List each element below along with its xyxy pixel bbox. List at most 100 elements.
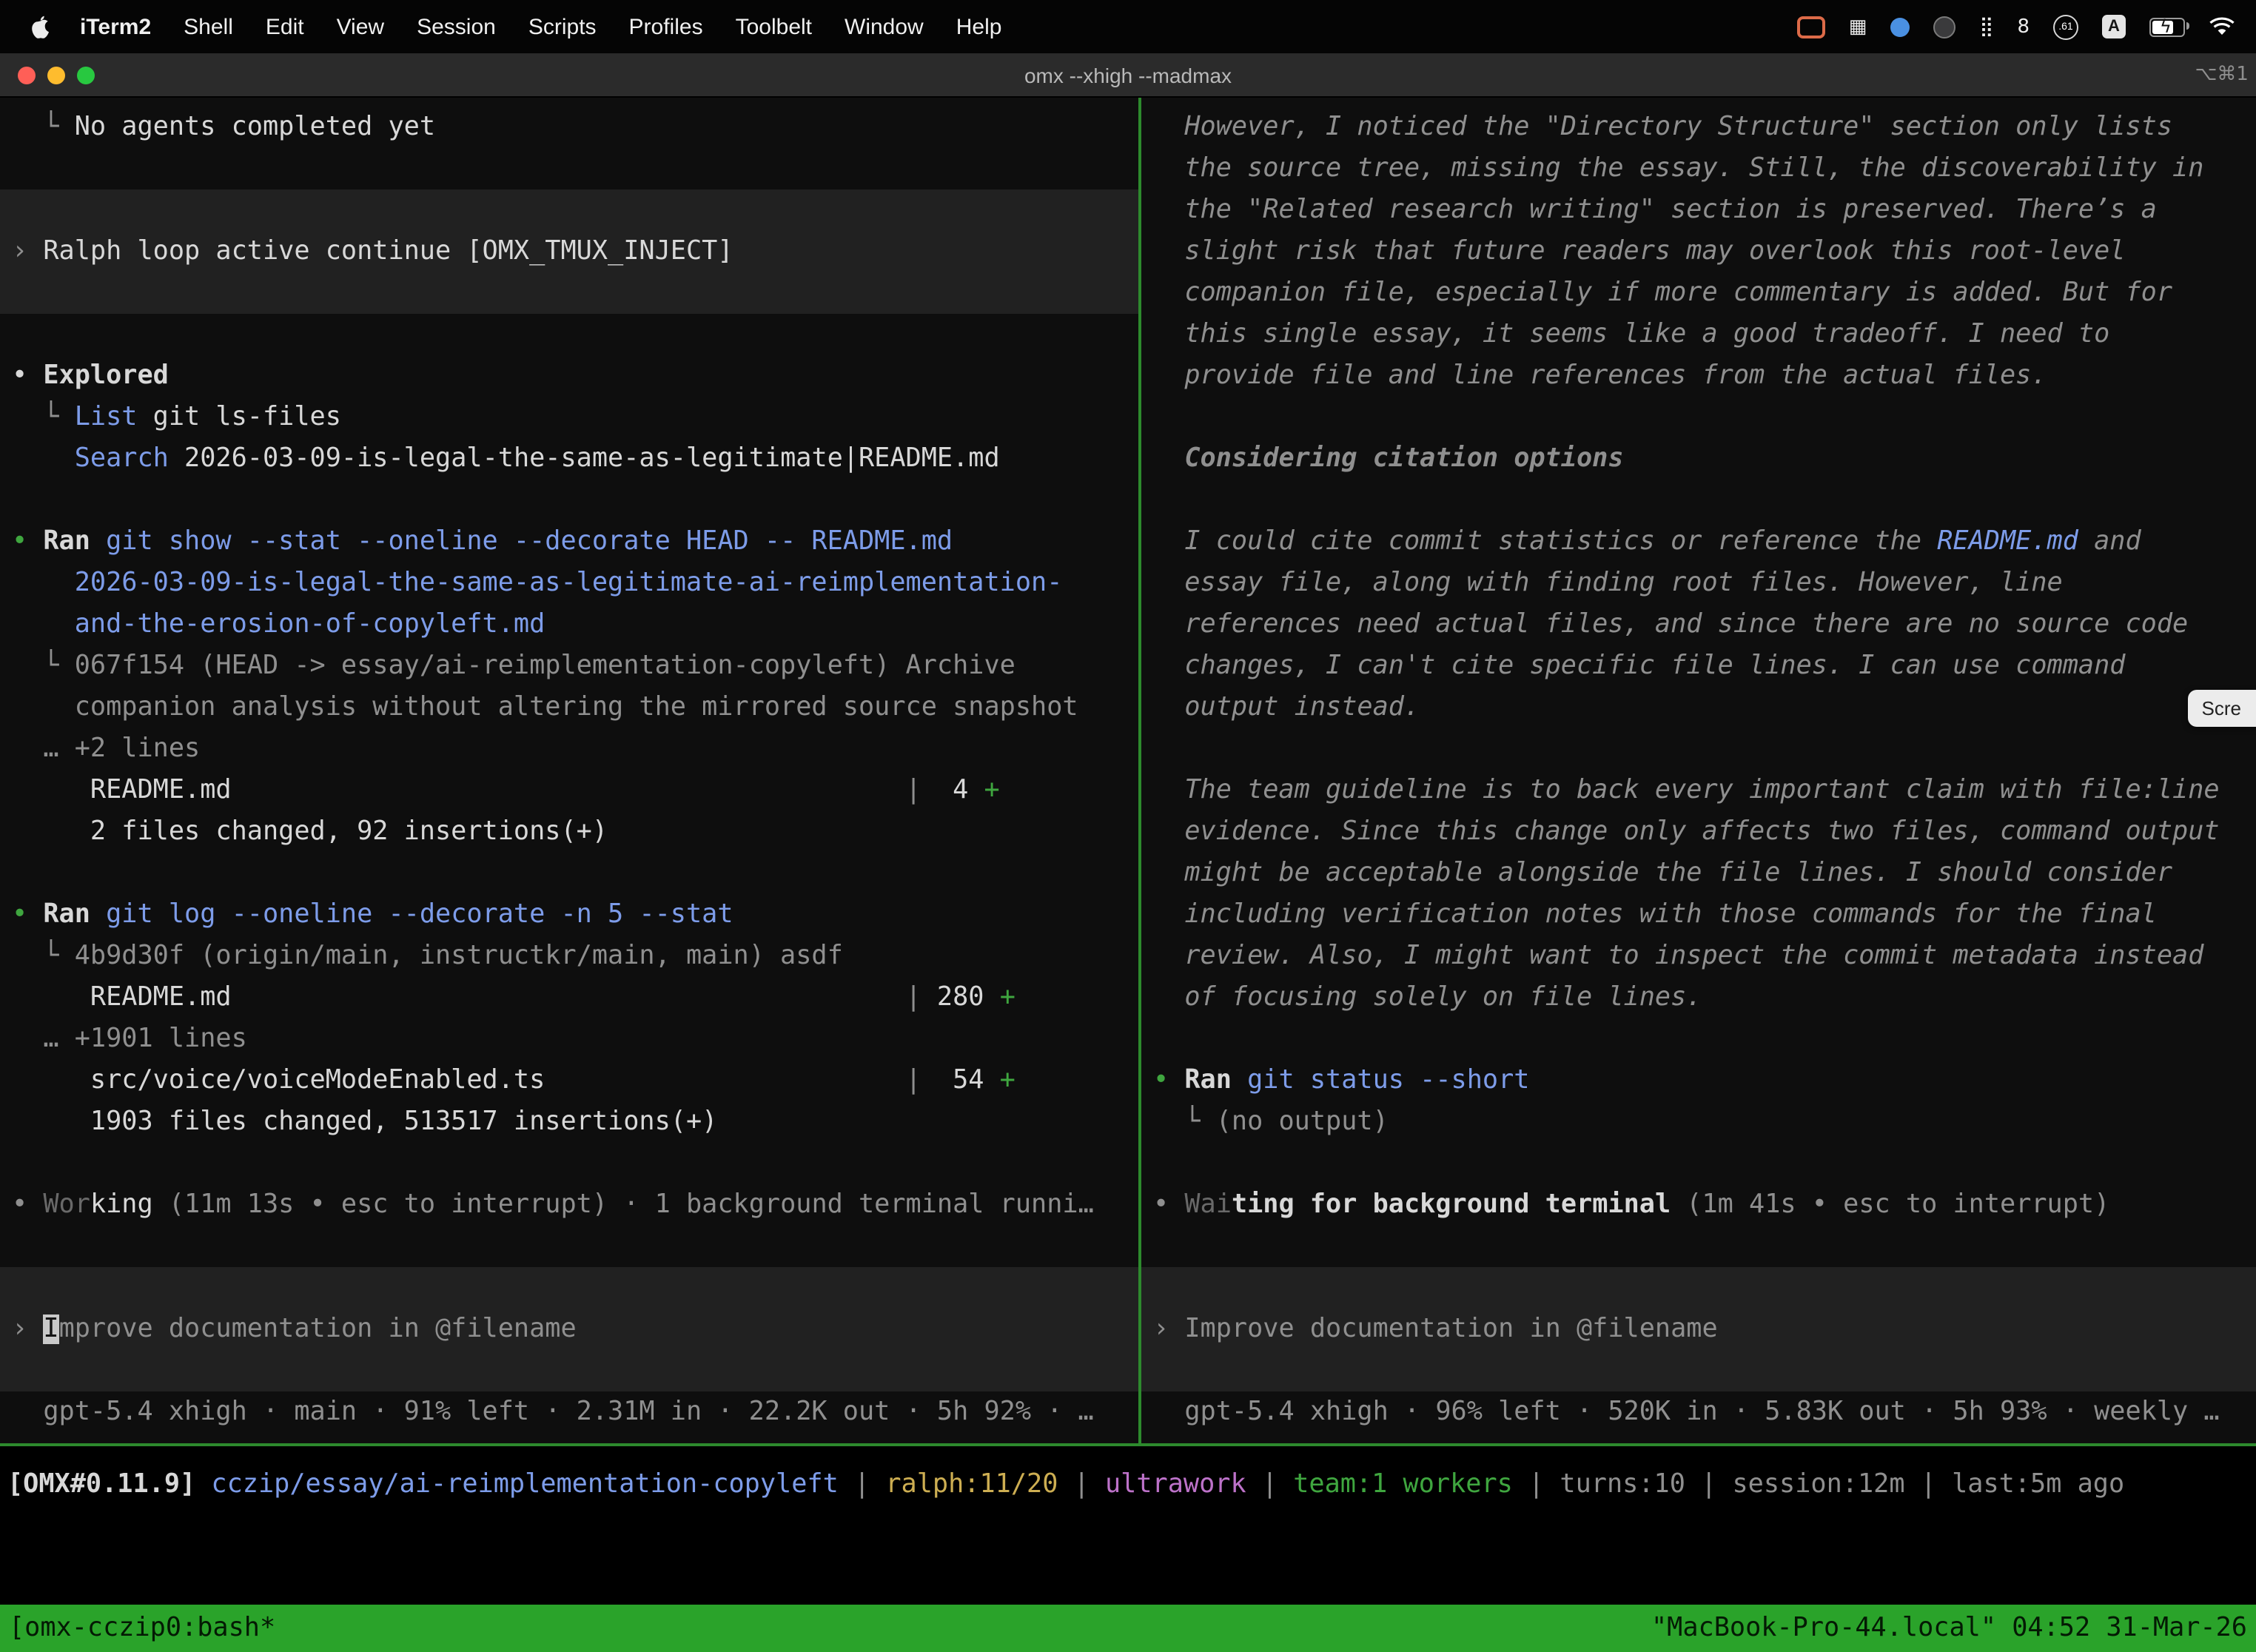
terminal-row: including verification notes with those … (1141, 894, 2256, 936)
terminal-row (1141, 397, 2256, 438)
terminal-row: • Ran git log --oneline --decorate -n 5 … (0, 894, 1138, 936)
menu-item-profiles[interactable]: Profiles (613, 14, 719, 39)
menu-item-window[interactable]: Window (828, 14, 940, 39)
screen: iTerm2 ShellEditViewSessionScriptsProfil… (0, 0, 2256, 1652)
terminal-row (1141, 480, 2256, 521)
screen-share-button[interactable]: Scre (2189, 690, 2256, 727)
terminal-row: the "Related research writing" section i… (1141, 189, 2256, 231)
terminal-left-pane[interactable]: └ No agents completed yet › Ralph loop ac… (0, 98, 1138, 1443)
blue-app-icon[interactable] (1890, 17, 1910, 36)
battery-icon[interactable]: ϟ (2149, 17, 2185, 36)
terminal-row: • Waiting for background terminal (1m 41… (1141, 1184, 2256, 1226)
dots-grid-icon[interactable]: ⣿ (1979, 17, 1993, 36)
terminal-row: └ 067f154 (HEAD -> essay/ai-reimplementa… (0, 645, 1138, 687)
menu-item-session[interactable]: Session (400, 14, 512, 39)
terminal-row (0, 1350, 1138, 1391)
menu-item-scripts[interactable]: Scripts (512, 14, 613, 39)
terminal-row (0, 189, 1138, 231)
terminal-row: README.md | 4 + (0, 770, 1138, 811)
terminal-row: slight risk that future readers may over… (1141, 231, 2256, 272)
zoom-window-button[interactable] (77, 66, 95, 84)
terminal-row: • Working (11m 13s • esc to interrupt) ·… (0, 1184, 1138, 1226)
terminal-row (0, 272, 1138, 314)
terminal-row (1141, 1143, 2256, 1184)
menu-items: ShellEditViewSessionScriptsProfilesToolb… (167, 14, 1018, 39)
menu-bar: iTerm2 ShellEditViewSessionScriptsProfil… (0, 0, 2256, 53)
terminal-row: 2026-03-09-is-legal-the-same-as-legitima… (0, 563, 1138, 604)
menu-item-shell[interactable]: Shell (167, 14, 249, 39)
terminal-row: changes, I can't cite specific file line… (1141, 645, 2256, 687)
terminal-row: 2 files changed, 92 insertions(+) (0, 811, 1138, 853)
terminal-row: • Ran git show --stat --oneline --decora… (0, 521, 1138, 563)
terminal-row (0, 853, 1138, 894)
terminal-row (0, 1226, 1138, 1267)
terminal-row: companion file, especially if more comme… (1141, 272, 2256, 314)
terminal-row (0, 1143, 1138, 1184)
terminal-row (1141, 1350, 2256, 1391)
close-window-button[interactable] (18, 66, 36, 84)
window-title-bar: omx --xhigh --madmax ⌥⌘1 (0, 53, 2256, 98)
apple-icon[interactable] (30, 14, 52, 39)
terminal-row: src/voice/voiceModeEnabled.ts | 54 + (0, 1060, 1138, 1101)
minimize-window-button[interactable] (47, 66, 65, 84)
terminal-row: … +2 lines (0, 728, 1138, 770)
terminal-row: provide file and line references from th… (1141, 355, 2256, 397)
terminal-row: essay file, along with finding root file… (1141, 563, 2256, 604)
wifi-icon[interactable] (2209, 16, 2235, 37)
terminal-row: I could cite commit statistics or refere… (1141, 521, 2256, 563)
menu-status-icons: ▦ ⣿ 8 .61 A ϟ (1797, 14, 2235, 39)
terminal-row: of focusing solely on file lines. (1141, 977, 2256, 1018)
tmux-host-clock-label: "MacBook-Pro-44.local" 04:52 31-Mar-26 (1651, 1614, 2247, 1643)
omx-status-bar: [OMX#0.11.9] cczip/essay/ai-reimplementa… (0, 1446, 2256, 1523)
terminal-row: and-the-erosion-of-copyleft.md (0, 604, 1138, 645)
terminal-empty-area (0, 1523, 2256, 1605)
terminal-row: Considering citation options (1141, 438, 2256, 480)
menu-app-name[interactable]: iTerm2 (64, 14, 167, 39)
menu-item-view[interactable]: View (320, 14, 401, 39)
input-source-icon[interactable]: A (2102, 15, 2126, 38)
terminal-row: • Explored (0, 355, 1138, 397)
screen-recording-indicator[interactable] (1797, 16, 1825, 38)
tmux-session-label: [omx-cczip0:bash* (9, 1614, 275, 1643)
terminal-row: › Ralph loop active continue [OMX_TMUX_I… (0, 231, 1138, 272)
grid-icon[interactable]: ▦ (1849, 17, 1867, 36)
terminal-row: └ List git ls-files (0, 397, 1138, 438)
terminal-row: └ 4b9d30f (origin/main, instructkr/main,… (0, 936, 1138, 977)
terminal-row: └ (no output) (1141, 1101, 2256, 1143)
terminal-row: references need actual files, and since … (1141, 604, 2256, 645)
terminal-row: review. Also, I might want to inspect th… (1141, 936, 2256, 977)
terminal-row: However, I noticed the "Directory Struct… (1141, 107, 2256, 148)
terminal-row: evidence. Since this change only affects… (1141, 811, 2256, 853)
terminal-row: › Improve documentation in @filename (1141, 1309, 2256, 1350)
terminal-row (0, 148, 1138, 189)
terminal-row: 1903 files changed, 513517 insertions(+) (0, 1101, 1138, 1143)
terminal-area: └ No agents completed yet › Ralph loop ac… (0, 98, 2256, 1443)
terminal-row (0, 480, 1138, 521)
terminal-row: … +1901 lines (0, 1018, 1138, 1060)
terminal-row: Search 2026-03-09-is-legal-the-same-as-l… (0, 438, 1138, 480)
terminal-row (0, 1267, 1138, 1309)
terminal-row (1141, 1018, 2256, 1060)
terminal-row: companion analysis without altering the … (0, 687, 1138, 728)
terminal-row: › Improve documentation in @filename (0, 1309, 1138, 1350)
app-icon-8[interactable]: 8 (2017, 17, 2030, 36)
menu-item-help[interactable]: Help (940, 14, 1018, 39)
terminal-row: └ No agents completed yet (0, 107, 1138, 148)
terminal-row: README.md | 280 + (0, 977, 1138, 1018)
tmux-status-bar: [omx-cczip0:bash* "MacBook-Pro-44.local"… (0, 1605, 2256, 1652)
terminal-right-pane[interactable]: However, I noticed the "Directory Struct… (1141, 98, 2256, 1443)
terminal-row: • Ran git status --short (1141, 1060, 2256, 1101)
window-shortcut-badge: ⌥⌘1 (2195, 64, 2249, 86)
battery-percent-icon[interactable]: .61 (2053, 14, 2078, 39)
terminal-row: gpt-5.4 xhigh · main · 91% left · 2.31M … (0, 1391, 1138, 1433)
menu-item-edit[interactable]: Edit (249, 14, 320, 39)
terminal-row: output instead. (1141, 687, 2256, 728)
terminal-row (1141, 1267, 2256, 1309)
terminal-row (1141, 1226, 2256, 1267)
menu-item-toolbelt[interactable]: Toolbelt (719, 14, 828, 39)
terminal-row: the source tree, missing the essay. Stil… (1141, 148, 2256, 189)
terminal-row: gpt-5.4 xhigh · 96% left · 520K in · 5.8… (1141, 1391, 2256, 1433)
terminal-row: might be acceptable alongside the file l… (1141, 853, 2256, 894)
terminal-row (1141, 728, 2256, 770)
dark-app-icon[interactable] (1933, 16, 1955, 38)
